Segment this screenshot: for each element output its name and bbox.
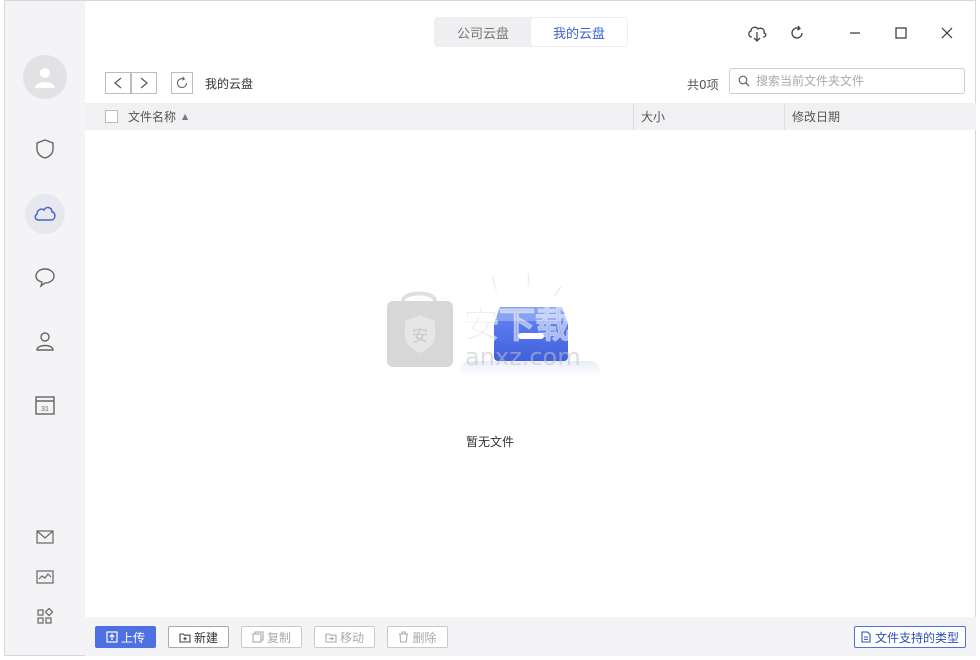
calendar-icon: 31 <box>35 396 55 415</box>
new-label: 新建 <box>193 630 218 645</box>
bottom-action-bar: 上传 新建 复制 移动 删除 文件支持的类型 <box>85 617 976 656</box>
tab-my-cloud[interactable]: 我的云盘 <box>531 18 627 46</box>
file-table-header: 文件名称 ▲ 大小 修改日期 <box>85 103 976 130</box>
new-folder-button[interactable]: 新建 <box>168 626 229 648</box>
sort-asc-icon: ▲ <box>182 112 189 121</box>
watermark-logo: 安 安下载 anxz.com <box>387 291 581 371</box>
breadcrumb[interactable]: 我的云盘 <box>205 75 253 92</box>
move-button[interactable]: 移动 <box>314 626 375 648</box>
search-box[interactable] <box>729 68 965 94</box>
close-button[interactable] <box>933 19 961 47</box>
sidebar-item-calendar[interactable]: 31 <box>25 385 65 425</box>
svg-text:31: 31 <box>41 406 49 413</box>
chat-bubble-icon <box>35 268 55 288</box>
avatar[interactable] <box>23 55 67 99</box>
move-icon <box>325 632 337 643</box>
tab-company-cloud[interactable]: 公司云盘 <box>435 18 531 46</box>
chevron-right-icon <box>140 77 148 89</box>
apps-grid-icon <box>37 608 54 624</box>
delete-label: 删除 <box>412 630 437 645</box>
supported-file-types-button[interactable]: 文件支持的类型 <box>854 626 966 648</box>
column-file-name[interactable]: 文件名称 ▲ <box>128 103 633 130</box>
sidebar-item-mail[interactable] <box>33 525 57 549</box>
upload-icon <box>106 631 118 643</box>
item-count: 共0项 <box>687 78 719 92</box>
column-modified-date[interactable]: 修改日期 <box>785 103 840 130</box>
chevron-left-icon <box>114 77 122 89</box>
cloud-switch-tabs: 公司云盘 我的云盘 <box>434 17 628 47</box>
svg-text:安: 安 <box>412 326 428 345</box>
forward-button[interactable] <box>131 72 157 94</box>
download-button[interactable] <box>743 19 771 47</box>
sidebar-item-cloud[interactable] <box>25 194 65 234</box>
trash-icon <box>399 631 409 643</box>
refresh-folder-button[interactable] <box>171 72 193 94</box>
cloud-icon <box>34 206 56 221</box>
search-icon <box>738 75 750 87</box>
supported-types-label: 文件支持的类型 <box>874 630 959 645</box>
empty-state-text: 暂无文件 <box>465 435 514 449</box>
back-button[interactable] <box>105 72 131 94</box>
column-size[interactable]: 大小 <box>634 103 784 130</box>
cloud-disk-window: 31 公司云盘 我的云盘 我的云盘 共0项 搜索当前文件夹文件 文件名称 ▲ 大… <box>4 0 976 656</box>
refresh-icon <box>791 25 803 39</box>
chart-icon <box>36 570 54 584</box>
copy-icon <box>252 631 264 643</box>
sidebar-item-security[interactable] <box>25 129 65 169</box>
new-folder-icon <box>179 632 191 643</box>
refresh-icon <box>176 76 188 89</box>
select-all-checkbox[interactable] <box>105 110 118 123</box>
copy-label: 复制 <box>266 630 291 645</box>
delete-button[interactable]: 删除 <box>387 626 448 648</box>
sidebar-item-analytics[interactable] <box>33 565 57 589</box>
column-size-label: 大小 <box>641 110 666 124</box>
close-icon <box>941 27 953 39</box>
minimize-button[interactable] <box>841 19 869 47</box>
sidebar: 31 <box>5 1 85 655</box>
contacts-icon <box>36 332 54 351</box>
document-icon <box>861 631 871 643</box>
user-avatar-icon <box>35 68 55 88</box>
sidebar-item-apps[interactable] <box>33 605 57 629</box>
svg-text:anxz.com: anxz.com <box>465 343 581 371</box>
search-input[interactable] <box>756 74 956 88</box>
upload-button[interactable]: 上传 <box>95 626 156 648</box>
column-modified-date-label: 修改日期 <box>792 110 841 124</box>
maximize-icon <box>895 27 907 39</box>
mail-icon <box>36 530 54 544</box>
cloud-download-icon <box>748 26 767 42</box>
sidebar-item-chat[interactable] <box>25 257 65 297</box>
sidebar-item-contacts[interactable] <box>25 321 65 361</box>
upload-label: 上传 <box>120 630 145 645</box>
maximize-button[interactable] <box>887 19 915 47</box>
move-label: 移动 <box>339 630 364 645</box>
minimize-icon <box>850 32 860 34</box>
copy-button[interactable]: 复制 <box>241 626 302 648</box>
shield-icon <box>36 139 54 159</box>
refresh-button[interactable] <box>783 19 811 47</box>
svg-text:安下载: 安下载 <box>463 305 571 346</box>
column-file-name-label: 文件名称 <box>128 110 177 124</box>
